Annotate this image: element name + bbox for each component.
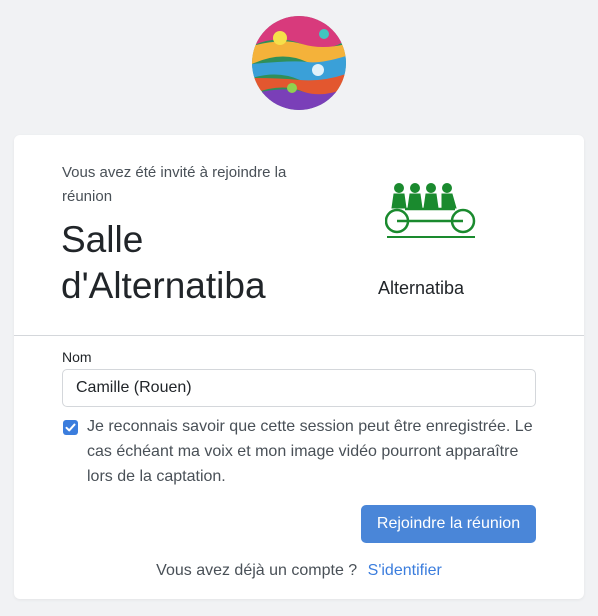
- organization-name: Alternatiba: [378, 278, 465, 298]
- account-row: Vous avez déjà un compte ? S'identifier: [14, 562, 584, 580]
- consent-text: Je reconnais savoir que cette session pe…: [87, 418, 533, 485]
- room-title: Salle d'Alternatiba: [61, 219, 266, 306]
- checkmark-icon: [65, 423, 76, 432]
- invitation-header: Vous avez été invité à rejoindre la réun…: [14, 135, 584, 336]
- join-meeting-button[interactable]: Rejoindre la réunion: [361, 505, 536, 543]
- tandem-bicycle-icon: [384, 179, 477, 241]
- colorful-globe-icon: [252, 16, 346, 110]
- name-label: Nom: [62, 349, 92, 365]
- invitation-text: Vous avez été invité à rejoindre la réun…: [62, 164, 287, 205]
- name-input[interactable]: [62, 369, 536, 407]
- login-link[interactable]: S'identifier: [368, 562, 442, 579]
- account-prompt: Vous avez déjà un compte ?: [156, 562, 358, 579]
- consent-checkbox[interactable]: [63, 420, 78, 435]
- invitation-card: Vous avez été invité à rejoindre la réun…: [14, 135, 584, 599]
